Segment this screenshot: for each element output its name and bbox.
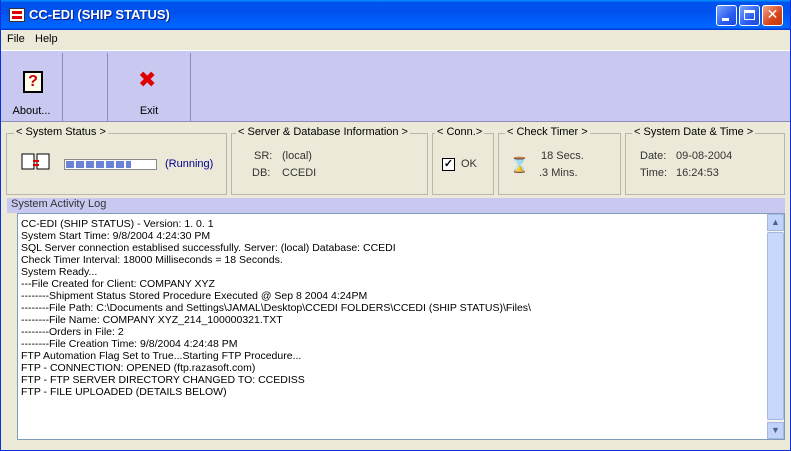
minimize-icon	[722, 18, 729, 21]
exit-button[interactable]: ✖ Exit	[107, 53, 191, 121]
log-lines: CC-EDI (SHIP STATUS) - Version: 1. 0. 1S…	[21, 218, 761, 398]
system-status-group: < System Status > (Running)	[6, 126, 227, 195]
log-line: --------Orders in File: 2	[21, 326, 124, 338]
timer-minutes: .3 Mins.	[539, 167, 578, 179]
log-line: System Start Time: 9/8/2004 4:24:30 PM	[21, 230, 211, 242]
close-button[interactable]: ✕	[762, 5, 783, 26]
check-timer-legend: < Check Timer >	[505, 126, 590, 138]
scroll-thumb[interactable]	[767, 232, 784, 420]
hourglass-icon: ⌛	[510, 156, 529, 174]
progress-fill	[66, 161, 131, 168]
log-line: --------File Creation Time: 9/8/2004 4:2…	[21, 338, 238, 350]
time-label: Time:	[640, 167, 668, 179]
log-line: --------Shipment Status Stored Procedure…	[21, 290, 368, 302]
date-label: Date:	[640, 150, 667, 162]
date-time-legend: < System Date & Time >	[632, 126, 756, 138]
exit-label: Exit	[139, 105, 159, 117]
status-panel: < System Status > (Running) < Server & D…	[1, 124, 790, 196]
vertical-scrollbar[interactable]: ▲ ▼	[767, 214, 784, 439]
close-icon: ✕	[766, 7, 779, 23]
connection-status: OK	[461, 158, 477, 170]
log-line: SQL Server connection establised success…	[21, 242, 396, 254]
maximize-icon	[744, 10, 755, 20]
date-time-group: < System Date & Time > Date: 09-08-2004 …	[625, 126, 785, 195]
help-icon: ?	[23, 71, 43, 93]
connection-legend: < Conn.>	[435, 126, 485, 138]
log-line: FTP - CONNECTION: OPENED (ftp.razasoft.c…	[21, 362, 256, 374]
timer-seconds: 18 Secs.	[541, 150, 584, 162]
maximize-button[interactable]	[739, 5, 760, 26]
log-line: FTP - FTP SERVER DIRECTORY CHANGED TO: C…	[21, 374, 305, 386]
about-button[interactable]: ? About...	[1, 53, 63, 121]
server-db-legend: < Server & Database Information >	[236, 126, 410, 138]
scroll-up-button[interactable]: ▲	[767, 214, 784, 231]
menu-bar: File Help	[1, 30, 790, 50]
log-line: --------File Path: C:\Documents and Sett…	[21, 302, 531, 314]
server-status-icon	[21, 153, 50, 170]
log-line: Check Timer Interval: 18000 Milliseconds…	[21, 254, 283, 266]
log-line: System Ready...	[21, 266, 98, 278]
log-line: FTP Automation Flag Set to True...Starti…	[21, 350, 302, 362]
toolbar: ? About... ✖ Exit	[1, 50, 790, 122]
about-label: About...	[12, 105, 51, 117]
title-bar[interactable]: CC-EDI (SHIP STATUS) ✕	[1, 0, 790, 30]
minimize-button[interactable]	[716, 5, 737, 26]
menu-help[interactable]: Help	[35, 33, 58, 45]
scroll-down-button[interactable]: ▼	[767, 422, 784, 439]
connection-checkbox[interactable]: ✓	[442, 158, 455, 171]
exit-icon: ✖	[138, 68, 157, 93]
activity-log-title: System Activity Log	[7, 198, 785, 213]
app-window: CC-EDI (SHIP STATUS) ✕ File Help ? About…	[0, 0, 791, 451]
app-icon	[9, 8, 25, 22]
activity-log-section: System Activity Log CC-EDI (SHIP STATUS)…	[7, 198, 785, 444]
db-value: CCEDI	[282, 167, 317, 179]
db-label: DB:	[252, 167, 271, 179]
date-value: 09-08-2004	[676, 150, 733, 162]
server-db-group: < Server & Database Information > SR: (l…	[231, 126, 428, 195]
status-progress-bar	[64, 159, 157, 170]
activity-log-textbox[interactable]: CC-EDI (SHIP STATUS) - Version: 1. 0. 1S…	[17, 213, 785, 440]
sr-value: (local)	[282, 150, 312, 162]
log-line: --------File Name: COMPANY XYZ_214_10000…	[21, 314, 283, 326]
sr-label: SR:	[254, 150, 273, 162]
running-status: (Running)	[165, 158, 214, 170]
menu-file[interactable]: File	[7, 33, 25, 45]
window-title: CC-EDI (SHIP STATUS)	[29, 7, 170, 22]
log-line: ---File Created for Client: COMPANY XYZ	[21, 278, 215, 290]
log-line: CC-EDI (SHIP STATUS) - Version: 1. 0. 1	[21, 218, 214, 230]
check-timer-group: < Check Timer > ⌛ 18 Secs. .3 Mins.	[498, 126, 621, 195]
system-status-legend: < System Status >	[14, 126, 108, 138]
connection-group: < Conn.> ✓ OK	[432, 126, 494, 195]
time-value: 16:24:53	[676, 167, 719, 179]
log-line: FTP - FILE UPLOADED (DETAILS BELOW)	[21, 386, 227, 398]
